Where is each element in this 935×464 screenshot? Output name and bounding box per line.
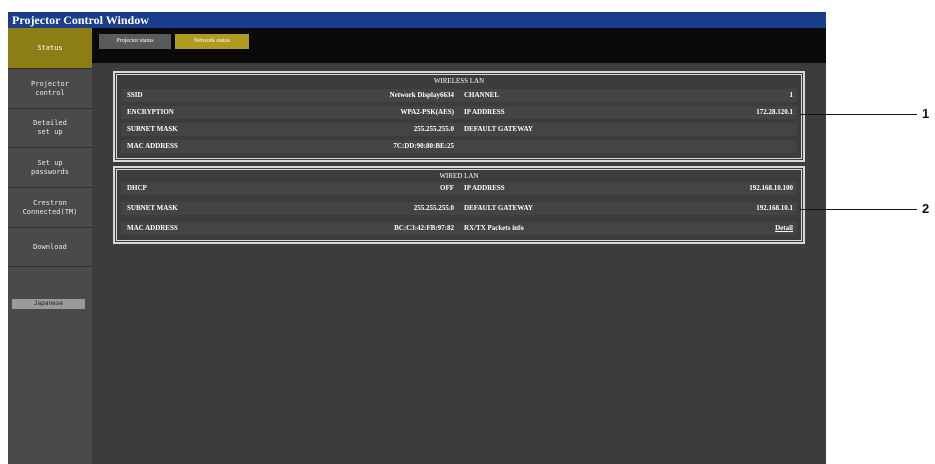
tab-bar: Projector status Network status bbox=[92, 28, 826, 63]
wired-lan-title: WIRED LAN bbox=[439, 172, 479, 180]
window-title: Projector Control Window bbox=[8, 12, 826, 28]
mac-address-value: 7C:DD:90:80:BE:25 bbox=[393, 142, 454, 150]
detail-link[interactable]: Detail bbox=[775, 222, 793, 235]
table-row: SUBNET MASK 255.255.255.0 DEFAULT GATEWA… bbox=[121, 123, 797, 136]
channel-value: 1 bbox=[789, 91, 794, 99]
main-content: Projector status Network status WIRELESS… bbox=[92, 28, 826, 464]
subnet-mask-label: SUBNET MASK bbox=[127, 125, 178, 133]
sidebar: Status Projector control Detailed set up… bbox=[8, 28, 92, 464]
subnet-mask-value: 255.255.255.0 bbox=[413, 204, 454, 212]
encryption-value: WPA2-PSK(AES) bbox=[400, 108, 454, 116]
subnet-mask-label: SUBNET MASK bbox=[127, 204, 178, 212]
dhcp-value: OFF bbox=[440, 184, 454, 192]
ssid-label: SSID bbox=[127, 91, 143, 99]
wireless-lan-title: WIRELESS LAN bbox=[433, 77, 485, 85]
sidebar-item-set-up-passwords[interactable]: Set up passwords bbox=[8, 148, 92, 188]
default-gateway-label: DEFAULT GATEWAY bbox=[464, 204, 533, 212]
japanese-language-button[interactable]: Japanese bbox=[12, 299, 85, 309]
mac-address-label: MAC ADDRESS bbox=[127, 142, 178, 150]
table-row: MAC ADDRESS BC:C3:42:FB:97:82 RX/TX Pack… bbox=[121, 222, 797, 235]
subnet-mask-value: 255.255.255.0 bbox=[413, 125, 454, 133]
sidebar-item-status[interactable]: Status bbox=[8, 28, 92, 69]
sidebar-item-label: Projector control bbox=[31, 79, 69, 97]
table-row: SSID Network Display6634 CHANNEL 1 bbox=[121, 89, 797, 102]
default-gateway-label: DEFAULT GATEWAY bbox=[464, 125, 533, 133]
ssid-value: Network Display6634 bbox=[389, 91, 454, 99]
ip-address-value: 172.28.120.1 bbox=[756, 108, 793, 116]
callout-number-2: 2 bbox=[922, 201, 930, 216]
callout-number-1: 1 bbox=[922, 106, 930, 121]
default-gateway-value: 192.168.10.1 bbox=[756, 204, 793, 212]
wired-lan-panel: WIRED LAN DHCP OFF IP ADDRESS 192.168.10… bbox=[113, 166, 805, 244]
ip-address-label: IP ADDRESS bbox=[464, 184, 505, 192]
wireless-lan-panel: WIRELESS LAN SSID Network Display6634 CH… bbox=[113, 71, 805, 162]
mac-address-value: BC:C3:42:FB:97:82 bbox=[394, 224, 454, 232]
dhcp-label: DHCP bbox=[127, 184, 147, 192]
callout-line-2 bbox=[800, 209, 917, 210]
encryption-label: ENCRYPTION bbox=[127, 108, 174, 116]
ip-address-label: IP ADDRESS bbox=[464, 108, 505, 116]
table-row: DHCP OFF IP ADDRESS 192.168.10.100 bbox=[121, 182, 797, 195]
mac-address-label: MAC ADDRESS bbox=[127, 224, 178, 232]
tab-network-status[interactable]: Network status bbox=[175, 34, 249, 49]
tab-projector-status[interactable]: Projector status bbox=[99, 34, 171, 49]
ip-address-value: 192.168.10.100 bbox=[749, 184, 793, 192]
sidebar-item-label: Set up passwords bbox=[31, 158, 69, 176]
callout-line-1 bbox=[800, 114, 917, 115]
sidebar-item-label: Detailed set up bbox=[33, 119, 67, 136]
projector-control-window: Projector Control Window Status Projecto… bbox=[8, 12, 826, 464]
table-row: ENCRYPTION WPA2-PSK(AES) IP ADDRESS 172.… bbox=[121, 106, 797, 119]
channel-label: CHANNEL bbox=[464, 91, 500, 99]
sidebar-item-detailed-set-up[interactable]: Detailed set up bbox=[8, 109, 92, 148]
sidebar-item-crestron-connected[interactable]: Crestron Connected(TM) bbox=[8, 188, 92, 228]
sidebar-item-projector-control[interactable]: Projector control bbox=[8, 69, 92, 109]
sidebar-item-label: Download bbox=[33, 242, 67, 251]
sidebar-item-label: Status bbox=[37, 43, 63, 52]
sidebar-item-download[interactable]: Download bbox=[8, 228, 92, 267]
table-row: SUBNET MASK 255.255.255.0 DEFAULT GATEWA… bbox=[121, 202, 797, 215]
sidebar-item-label: Crestron Connected(TM) bbox=[22, 198, 78, 216]
table-row: MAC ADDRESS 7C:DD:90:80:BE:25 bbox=[121, 140, 797, 153]
rx-tx-packets-label: RX/TX Packets info bbox=[464, 224, 524, 232]
